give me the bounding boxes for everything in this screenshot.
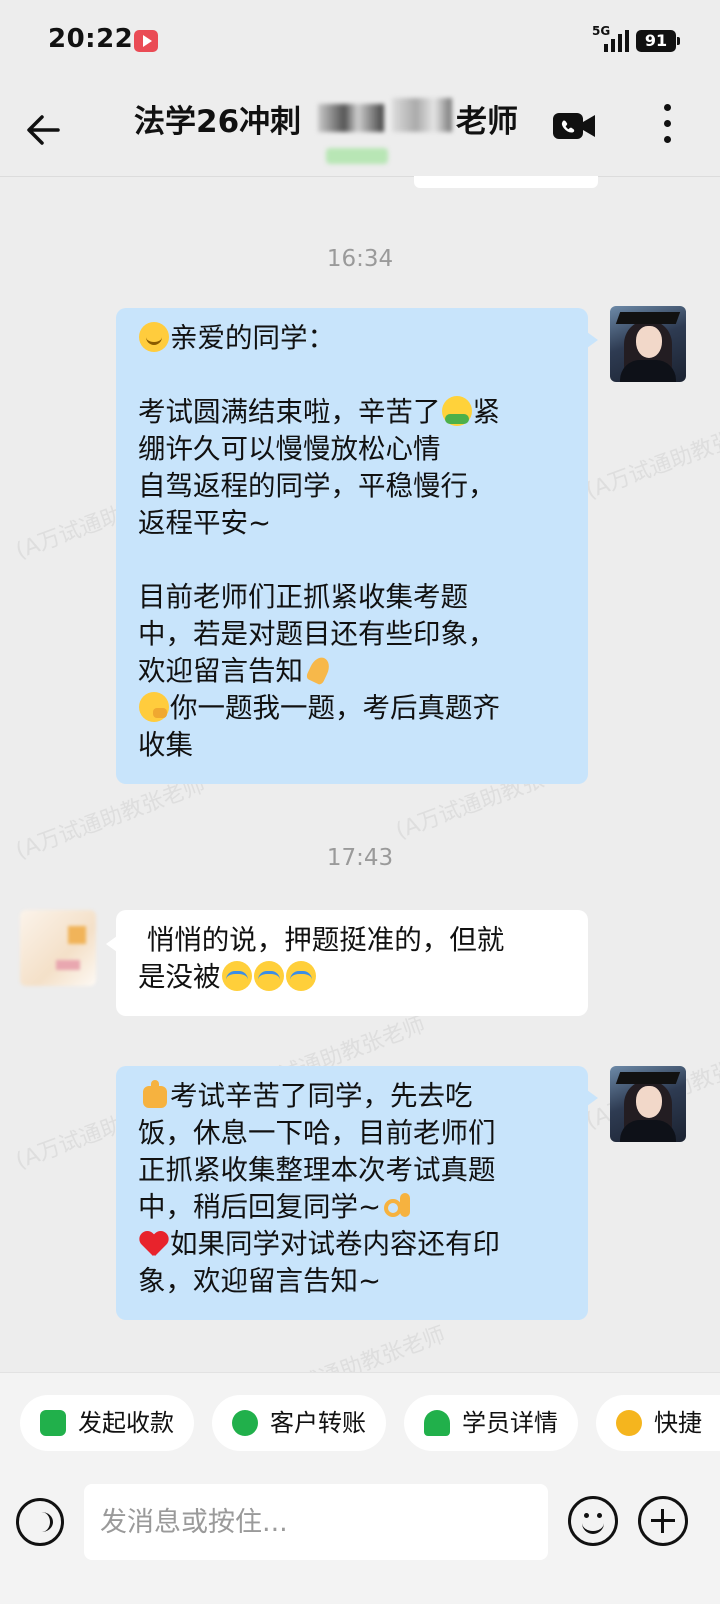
pray-emoji-icon <box>304 655 334 685</box>
teacher-avatar[interactable] <box>610 1066 686 1142</box>
message-line: 悄悄的说，押题挺准的，但就 <box>138 924 505 956</box>
crying-emoji-icon <box>221 961 252 991</box>
message-line: 中，若是对题目还有些印象， <box>138 618 496 650</box>
crying-emoji-icon <box>285 961 316 991</box>
message-bubble-outgoing[interactable]: 考试辛苦了同学，先去吃 饭，休息一下哈，目前老师们 正抓紧收集整理本次考试真题 中，稍… <box>116 1066 598 1320</box>
crying-emoji-icon <box>253 961 284 991</box>
message-line: 正抓紧收集整理本次考试真题 <box>138 1154 496 1186</box>
teacher-avatar[interactable] <box>610 306 686 382</box>
message-input-bar <box>0 1478 720 1604</box>
message-line: 如果同学对试卷内容还有印 <box>138 1226 566 1263</box>
message-timestamp: 16:34 <box>326 246 394 272</box>
student-avatar[interactable] <box>20 910 96 986</box>
message-bubble-outgoing[interactable]: 亲爱的同学： 考试圆满结束啦，辛苦了紧绷许久可以慢慢放松心情自驾返程的同学，平稳… <box>116 308 598 784</box>
heart-emoji-icon <box>139 1228 169 1258</box>
message-line: 绷许久可以慢慢放松心情 <box>138 433 441 465</box>
battery-icon: 91 <box>636 30 680 52</box>
previous-message-bubble <box>414 176 598 188</box>
chat-header: 法学26冲刺 老师 <box>0 80 720 177</box>
message-line: 考试圆满结束啦，辛苦了紧 <box>138 396 500 428</box>
chat-title-prefix: 法学26冲刺 <box>134 104 302 140</box>
message-line <box>138 357 566 394</box>
message-line: 是没被 <box>138 959 566 996</box>
message-line: 饭，休息一下哈，目前老师们 <box>138 1117 496 1149</box>
shortcut-icon <box>616 1410 642 1436</box>
message-bubble-incoming[interactable]: 悄悄的说，押题挺准的，但就 是没被 <box>106 910 588 1016</box>
transfer-icon <box>232 1410 258 1436</box>
more-menu-icon[interactable] <box>664 104 672 148</box>
message-line: 返程平安~ <box>138 507 272 539</box>
video-call-icon[interactable] <box>552 110 596 142</box>
message-line <box>138 542 566 579</box>
message-line: 中，稍后回复同学~ <box>138 1189 566 1226</box>
quick-action-shortcut-button[interactable]: 快捷 <box>596 1395 720 1451</box>
message-input[interactable] <box>84 1484 548 1560</box>
status-time: 20:22 <box>48 24 134 54</box>
message-line: 你一题我一题，考后真题齐 <box>138 690 566 727</box>
quick-action-payment-button[interactable]: 发起收款 <box>20 1395 194 1451</box>
watermark: (A万试通助教张老师 <box>582 412 720 505</box>
message-timestamp: 17:43 <box>326 845 394 871</box>
chat-title-suffix: 老师 <box>456 104 518 140</box>
ok-hand-emoji-icon <box>382 1191 412 1221</box>
message-line: 亲爱的同学： <box>138 320 566 357</box>
message-line: 自驾返程的同学，平稳慢行， <box>138 470 496 502</box>
message-line: 目前老师们正抓紧收集考题 <box>138 581 468 613</box>
thinking-emoji-icon <box>139 692 169 722</box>
more-actions-plus-icon[interactable] <box>638 1496 688 1546</box>
student-profile-icon <box>424 1410 450 1436</box>
redacted-name-block <box>392 98 452 132</box>
thumbs-up-emoji-icon <box>139 1080 169 1110</box>
message-line: 象，欢迎留言告知~ <box>138 1265 382 1297</box>
emoji-picker-icon[interactable] <box>568 1496 618 1546</box>
quick-action-transfer-button[interactable]: 客户转账 <box>212 1395 386 1451</box>
status-bar: 20:22 5G 91 <box>0 0 720 80</box>
hug-emoji-icon <box>441 396 472 426</box>
voice-input-icon[interactable] <box>16 1498 64 1546</box>
smile-emoji-icon <box>139 322 169 352</box>
quick-action-student-details-button[interactable]: 学员详情 <box>404 1395 578 1451</box>
redacted-tag <box>326 148 388 164</box>
message-line: 欢迎留言告知 <box>138 653 566 690</box>
yuan-shield-icon <box>40 1410 66 1436</box>
back-arrow-icon[interactable] <box>24 110 64 150</box>
message-line: 收集 <box>138 729 193 761</box>
signal-icon <box>604 30 630 52</box>
quick-action-bar: 发起收款 客户转账 学员详情 快捷 <box>0 1372 720 1479</box>
screen-record-icon <box>134 30 158 52</box>
redacted-name-block <box>318 104 384 132</box>
message-line: 考试辛苦了同学，先去吃 <box>138 1078 566 1115</box>
